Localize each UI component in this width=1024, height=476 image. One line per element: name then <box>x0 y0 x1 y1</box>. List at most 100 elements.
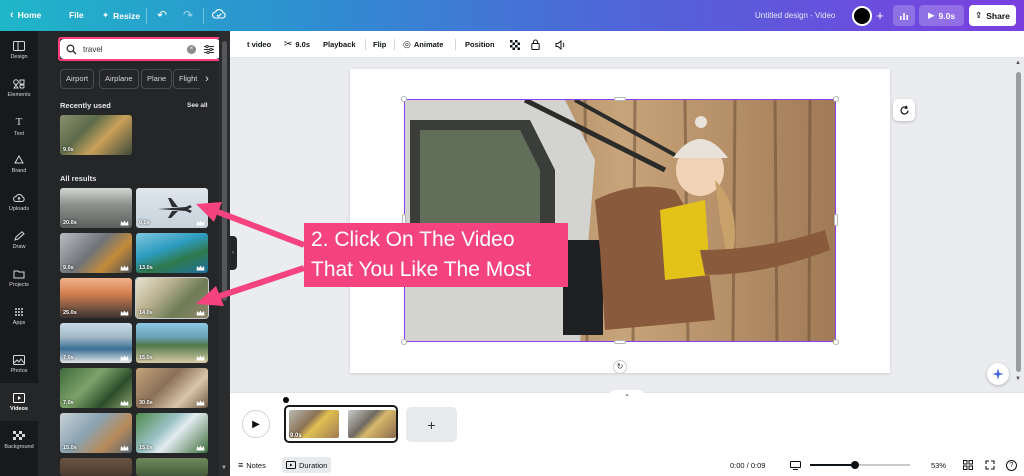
scroll-down-icon[interactable]: ▼ <box>1015 376 1021 382</box>
zoom-percentage[interactable]: 53% <box>931 454 946 476</box>
split-button[interactable]: ✂ 9.0s <box>284 31 310 58</box>
rail-item-projects[interactable]: Projects <box>0 259 38 297</box>
resize-handle-sw[interactable] <box>401 339 407 345</box>
resize-label: Resize <box>113 10 141 21</box>
redo-icon[interactable]: ↷ <box>183 8 193 22</box>
flip-button[interactable]: Flip <box>373 31 386 58</box>
chip-airport[interactable]: Airport <box>60 69 95 89</box>
animate-label: Animate <box>413 40 444 49</box>
rail-item-background[interactable]: Background <box>0 421 38 459</box>
selected-video[interactable] <box>404 99 836 342</box>
design-title[interactable]: Untitled design - Video <box>755 11 835 20</box>
position-button[interactable]: Position <box>465 31 495 58</box>
chip-flight[interactable]: Flight <box>173 69 204 89</box>
rail-item-photos[interactable]: Photos <box>0 345 38 383</box>
resize-handle-nw[interactable] <box>401 96 407 102</box>
volume-icon[interactable] <box>555 31 566 58</box>
resize-handle-ne[interactable] <box>833 96 839 102</box>
home-button[interactable]: ‹ Home <box>10 9 41 21</box>
result-video-thumb[interactable] <box>60 458 132 476</box>
toolbar-divider <box>394 39 395 50</box>
transparency-icon[interactable] <box>510 31 520 58</box>
result-video-thumb[interactable]: 30.0s <box>136 368 208 408</box>
rail-item-text[interactable]: T Text <box>0 107 38 145</box>
rotate-icon[interactable]: ↻ <box>613 360 627 374</box>
rail-item-elements[interactable]: Elements <box>0 69 38 107</box>
rail-item-design[interactable]: Design <box>0 31 38 69</box>
rail-label: Apps <box>12 319 26 326</box>
result-video-thumb[interactable]: 15.0s <box>60 413 132 453</box>
chevron-left-icon: ‹ <box>10 9 14 21</box>
result-video-thumb[interactable]: 15.0s <box>136 323 208 363</box>
timeline-clip[interactable]: 9.0s <box>284 405 398 443</box>
resize-handle-s[interactable] <box>614 340 626 344</box>
result-video-thumb[interactable]: 14.0s <box>135 277 209 319</box>
time-readout-text: 0:00 / 0:09 <box>730 460 766 470</box>
magic-assistant-button[interactable] <box>987 363 1009 385</box>
fullscreen-icon[interactable] <box>985 454 995 476</box>
instruction-callout: 2. Click On The Video That You Like The … <box>304 223 568 287</box>
chip-airplane[interactable]: Airplane <box>99 69 139 89</box>
edit-video-label: t video <box>247 40 272 49</box>
grid-view-icon[interactable] <box>963 454 973 476</box>
scrollbar-thumb[interactable] <box>1016 72 1021 372</box>
cloud-save-icon[interactable] <box>212 8 226 22</box>
video-duration: 13.0s <box>139 265 153 271</box>
playhead-marker[interactable] <box>283 397 289 403</box>
chip-plane[interactable]: Plane <box>141 69 173 89</box>
crown-icon <box>196 445 205 451</box>
result-video-thumb[interactable]: 9.0s <box>60 233 132 273</box>
help-icon[interactable]: ? <box>1006 454 1017 476</box>
edit-video-button[interactable]: t video <box>247 31 271 58</box>
result-video-thumb[interactable]: 15.0s <box>136 413 208 453</box>
lock-icon[interactable] <box>531 31 540 58</box>
folder-icon <box>13 270 25 278</box>
panel-collapse-handle[interactable]: ‹ <box>229 236 237 270</box>
file-menu-button[interactable]: File <box>69 10 84 20</box>
scroll-up-icon[interactable]: ▲ <box>1015 60 1021 66</box>
resize-handle-n[interactable] <box>614 97 626 101</box>
rail-item-brand[interactable]: Brand <box>0 145 38 183</box>
rail-label: Draw <box>12 243 26 250</box>
resize-button[interactable]: ✦ Resize <box>102 10 140 21</box>
resize-handle-se[interactable] <box>833 339 839 345</box>
result-video-thumb[interactable]: 9.0s <box>136 188 208 228</box>
result-video-thumb[interactable]: 13.0s <box>136 233 208 273</box>
screen-size-icon[interactable] <box>790 454 801 476</box>
rail-item-draw[interactable]: Draw <box>0 221 38 259</box>
add-collaborator-icon[interactable]: + <box>872 8 888 24</box>
timeline-play-button[interactable]: ▶ <box>242 410 270 438</box>
share-button[interactable]: ⇪ Share <box>969 5 1016 26</box>
scrollbar-thumb[interactable] <box>222 41 227 301</box>
zoom-slider[interactable] <box>810 461 910 469</box>
home-label: Home <box>17 10 42 20</box>
canvas-scrollbar[interactable]: ▲ ▼ <box>1013 58 1024 388</box>
undo-icon[interactable]: ↶ <box>157 8 167 22</box>
result-video-thumb[interactable]: 20.0s <box>60 188 132 228</box>
rail-item-uploads[interactable]: Uploads <box>0 183 38 221</box>
result-video-thumb[interactable]: 25.0s <box>60 278 132 318</box>
resize-handle-e[interactable] <box>834 214 838 226</box>
add-page-button[interactable]: + <box>406 407 457 442</box>
result-video-thumb[interactable]: 7.0s <box>60 323 132 363</box>
scroll-down-icon[interactable]: ▼ <box>221 465 227 471</box>
avatar[interactable] <box>852 6 872 26</box>
playback-button[interactable]: Playback <box>323 31 356 58</box>
duration-button[interactable]: Duration <box>282 457 332 473</box>
refresh-icon <box>899 105 909 114</box>
refresh-page-button[interactable] <box>893 99 915 121</box>
insights-button[interactable] <box>893 5 915 26</box>
notes-button[interactable]: ≡ Notes <box>238 454 266 476</box>
chips-next-icon[interactable]: › <box>200 69 214 89</box>
zoom-slider-knob[interactable] <box>851 461 859 469</box>
see-all-link[interactable]: See all <box>187 102 208 109</box>
animate-button[interactable]: ◎ Animate <box>403 31 443 58</box>
timeline-collapse-tab[interactable]: ⌄ <box>609 390 645 399</box>
rail-item-apps[interactable]: Apps <box>0 297 38 335</box>
divider <box>146 8 147 24</box>
result-video-thumb[interactable]: 7.0s <box>60 368 132 408</box>
result-video-thumb[interactable] <box>136 458 208 476</box>
play-preview-button[interactable]: ▶ 9.0s <box>919 5 964 26</box>
recent-video-thumb[interactable]: 9.0s <box>60 115 132 155</box>
rail-item-videos[interactable]: Videos <box>0 383 38 421</box>
